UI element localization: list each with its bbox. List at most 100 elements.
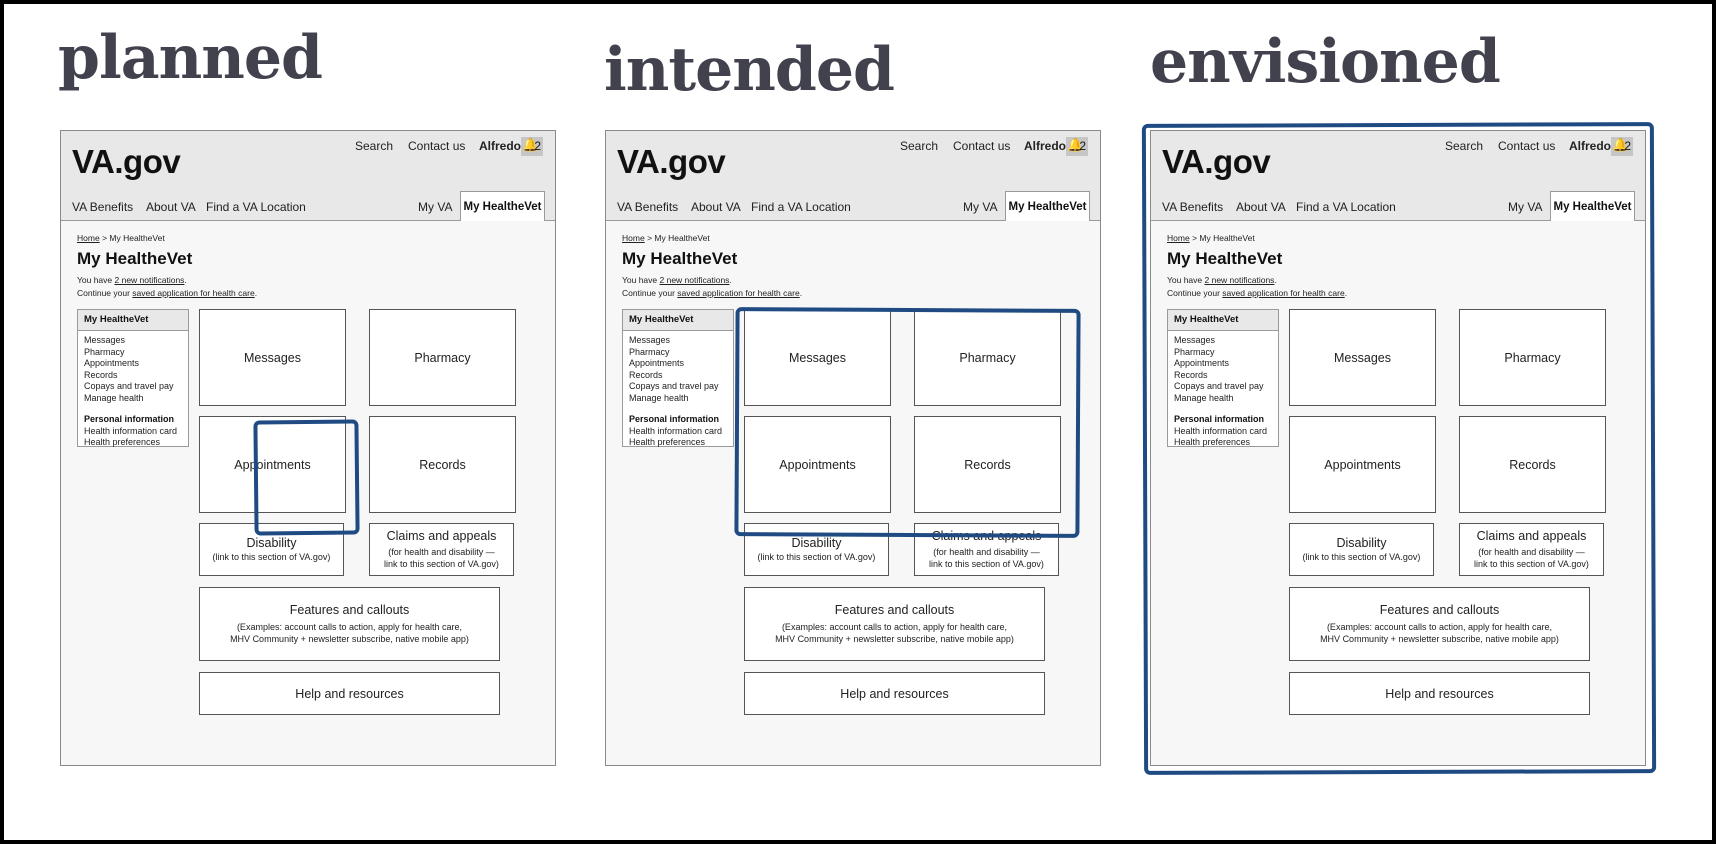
breadcrumb-current: My HealtheVet: [109, 233, 165, 243]
va-logo[interactable]: VA.gov: [72, 143, 181, 181]
tile-appointments[interactable]: Appointments: [1289, 416, 1436, 513]
tile-help-resources[interactable]: Help and resources: [744, 672, 1045, 715]
sidebar-item-appointments[interactable]: Appointments: [623, 358, 733, 370]
sidebar-item-messages[interactable]: Messages: [78, 335, 188, 347]
sidebar-item-copays[interactable]: Copays and travel pay: [78, 381, 188, 393]
tile-claims-appeals[interactable]: Claims and appeals (for health and disab…: [1459, 523, 1604, 576]
sidebar-item-appointments[interactable]: Appointments: [78, 358, 188, 370]
tile-features-callouts[interactable]: Features and callouts (Examples: account…: [1289, 587, 1590, 661]
saved-application-link[interactable]: saved application for health care: [677, 288, 799, 298]
sidebar-item-health-preferences[interactable]: Health preferences: [78, 437, 188, 449]
sidebar-section-personal: Personal information: [84, 414, 175, 424]
nav-my-va[interactable]: My VA: [963, 200, 997, 214]
tile-help-resources[interactable]: Help and resources: [199, 672, 500, 715]
va-logo[interactable]: VA.gov: [617, 143, 726, 181]
sidebar-item-pharmacy[interactable]: Pharmacy: [78, 347, 188, 359]
tile-records[interactable]: Records: [914, 416, 1061, 513]
tile-features-sub1: (Examples: account calls to action, appl…: [1326, 622, 1553, 632]
tile-claims-appeals[interactable]: Claims and appeals (for health and disab…: [369, 523, 514, 576]
nav-find-location[interactable]: Find a VA Location: [206, 200, 306, 214]
user-menu[interactable]: Alfredo: [479, 139, 521, 153]
user-menu[interactable]: Alfredo: [1569, 139, 1611, 153]
saved-application-link[interactable]: saved application for health care: [132, 288, 254, 298]
tile-messages[interactable]: Messages: [1289, 309, 1436, 406]
tile-pharmacy[interactable]: Pharmacy: [369, 309, 516, 406]
sidebar-item-copays[interactable]: Copays and travel pay: [623, 381, 733, 393]
nav-my-va[interactable]: My VA: [1508, 200, 1542, 214]
notification-badge[interactable]: 🔔 2: [1066, 137, 1088, 156]
contact-link[interactable]: Contact us: [1498, 139, 1555, 153]
nav-about-va[interactable]: About VA: [1236, 200, 1286, 214]
notifications-link[interactable]: 2 new notifications: [1205, 275, 1275, 285]
sidebar-item-health-preferences[interactable]: Health preferences: [1168, 437, 1278, 449]
tile-pharmacy[interactable]: Pharmacy: [1459, 309, 1606, 406]
sidebar-item-records[interactable]: Records: [623, 370, 733, 382]
saved-application-link[interactable]: saved application for health care: [1222, 288, 1344, 298]
notifications-link[interactable]: 2 new notifications: [115, 275, 185, 285]
sidebar-item-health-card[interactable]: Health information card: [78, 426, 188, 438]
nav-about-va[interactable]: About VA: [691, 200, 741, 214]
tile-help-resources[interactable]: Help and resources: [1289, 672, 1590, 715]
notification-badge[interactable]: 🔔 2: [1611, 137, 1633, 156]
breadcrumb-separator: >: [1192, 233, 1198, 243]
nav-va-benefits[interactable]: VA Benefits: [1162, 200, 1223, 214]
tab-my-healthevet[interactable]: My HealtheVet: [1005, 191, 1090, 221]
wireframe-panel-intended: VA.gov Search Contact us Alfredo 🔔 2 VA …: [605, 130, 1101, 766]
sidebar-item-manage-health[interactable]: Manage health: [1168, 393, 1278, 405]
sidebar-item-messages[interactable]: Messages: [1168, 335, 1278, 347]
contact-link[interactable]: Contact us: [953, 139, 1010, 153]
tab-my-healthevet[interactable]: My HealtheVet: [460, 191, 545, 221]
nav-find-location[interactable]: Find a VA Location: [1296, 200, 1396, 214]
page-title: My HealtheVet: [1167, 249, 1283, 268]
contact-link[interactable]: Contact us: [408, 139, 465, 153]
breadcrumb-home[interactable]: Home: [622, 233, 645, 243]
sidebar-item-pharmacy[interactable]: Pharmacy: [1168, 347, 1278, 359]
breadcrumb-current: My HealtheVet: [1199, 233, 1255, 243]
notification-badge[interactable]: 🔔 2: [521, 137, 543, 156]
nav-find-location[interactable]: Find a VA Location: [751, 200, 851, 214]
sidebar-item-manage-health[interactable]: Manage health: [623, 393, 733, 405]
sidebar-item-records[interactable]: Records: [1168, 370, 1278, 382]
tile-records[interactable]: Records: [1459, 416, 1606, 513]
tile-claims-appeals[interactable]: Claims and appeals (for health and disab…: [914, 523, 1059, 576]
breadcrumb-home[interactable]: Home: [77, 233, 100, 243]
sidebar-item-records[interactable]: Records: [78, 370, 188, 382]
tile-pharmacy[interactable]: Pharmacy: [914, 309, 1061, 406]
breadcrumb: Home > My HealtheVet: [622, 233, 710, 243]
search-link[interactable]: Search: [355, 139, 393, 153]
sidebar-item-health-card[interactable]: Health information card: [623, 426, 733, 438]
sidebar-item-health-preferences[interactable]: Health preferences: [623, 437, 733, 449]
nav-my-va[interactable]: My VA: [418, 200, 452, 214]
sidebar-item-copays[interactable]: Copays and travel pay: [1168, 381, 1278, 393]
search-link[interactable]: Search: [1445, 139, 1483, 153]
sidebar-item-health-card[interactable]: Health information card: [1168, 426, 1278, 438]
sidebar-item-pharmacy[interactable]: Pharmacy: [623, 347, 733, 359]
tile-disability[interactable]: Disability (link to this section of VA.g…: [744, 523, 889, 576]
wireframe-panel-envisioned: VA.gov Search Contact us Alfredo 🔔 2 VA …: [1150, 130, 1646, 766]
tile-disability[interactable]: Disability (link to this section of VA.g…: [199, 523, 344, 576]
sidebar-item-manage-health[interactable]: Manage health: [78, 393, 188, 405]
va-logo[interactable]: VA.gov: [1162, 143, 1271, 181]
tile-features-callouts[interactable]: Features and callouts (Examples: account…: [199, 587, 500, 661]
sidebar-item-appointments[interactable]: Appointments: [1168, 358, 1278, 370]
notifications-link[interactable]: 2 new notifications: [660, 275, 730, 285]
tile-messages[interactable]: Messages: [199, 309, 346, 406]
tile-appointments[interactable]: Appointments: [744, 416, 891, 513]
tile-appointments[interactable]: Appointments: [199, 416, 346, 513]
breadcrumb-home[interactable]: Home: [1167, 233, 1190, 243]
user-menu[interactable]: Alfredo: [1024, 139, 1066, 153]
tab-my-healthevet[interactable]: My HealtheVet: [1550, 191, 1635, 221]
tile-features-callouts[interactable]: Features and callouts (Examples: account…: [744, 587, 1045, 661]
nav-va-benefits[interactable]: VA Benefits: [617, 200, 678, 214]
tile-records[interactable]: Records: [369, 416, 516, 513]
tile-disability-sub: (link to this section of VA.gov): [1302, 551, 1421, 562]
sidebar-item-messages[interactable]: Messages: [623, 335, 733, 347]
tile-appointments-label: Appointments: [779, 457, 856, 472]
nav-va-benefits[interactable]: VA Benefits: [72, 200, 133, 214]
tile-disability[interactable]: Disability (link to this section of VA.g…: [1289, 523, 1434, 576]
page-title: My HealtheVet: [77, 249, 193, 268]
search-link[interactable]: Search: [900, 139, 938, 153]
tile-features-sub1: (Examples: account calls to action, appl…: [236, 622, 463, 632]
tile-messages[interactable]: Messages: [744, 309, 891, 406]
nav-about-va[interactable]: About VA: [146, 200, 196, 214]
